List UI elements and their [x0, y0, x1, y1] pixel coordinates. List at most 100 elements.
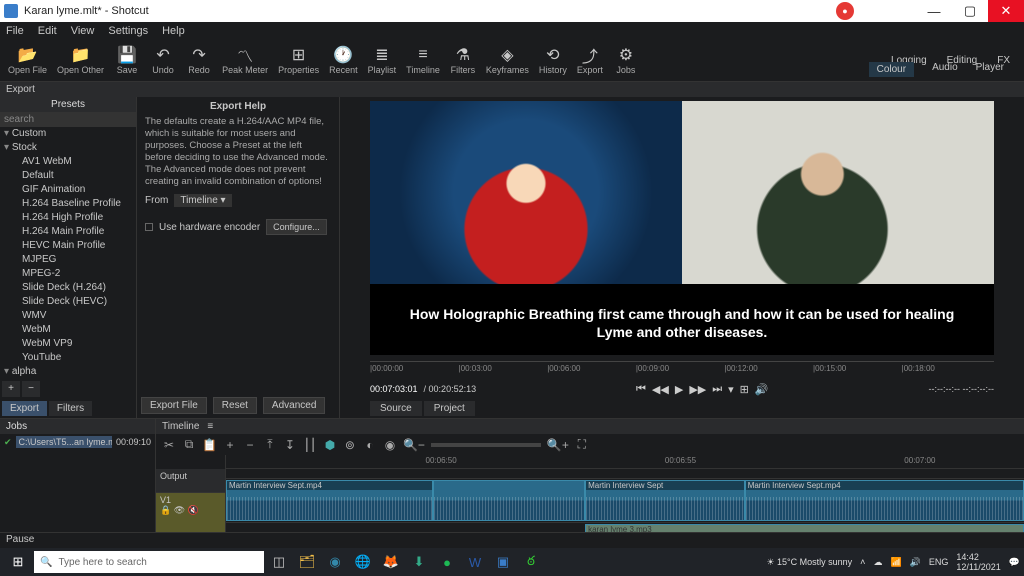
weather-widget[interactable]: ☀ 15°C Mostly sunny	[766, 557, 852, 568]
preset-item[interactable]: MPEG-2	[4, 267, 136, 281]
video-clip[interactable]	[433, 480, 585, 521]
tool-filters[interactable]: ⚗Filters	[446, 44, 480, 77]
tl-remove-icon[interactable]: −	[243, 438, 257, 452]
tl-copy-icon[interactable]: ⧉	[182, 437, 196, 452]
from-select[interactable]: Timeline ▾	[174, 194, 231, 207]
tl-split-icon[interactable]: ⎮⎮	[303, 438, 317, 452]
track-v1[interactable]: V1🔒 👁 🔇	[156, 493, 225, 537]
preset-item[interactable]: HEVC Main Profile	[4, 239, 136, 253]
tray-lang[interactable]: ENG	[929, 557, 949, 567]
tl-zoom-out-icon[interactable]: 🔍−	[403, 438, 425, 452]
track-output[interactable]: Output	[156, 469, 225, 493]
mic-recording-icon[interactable]: ●	[836, 2, 854, 20]
video-clip[interactable]: Martin Interview Sept	[585, 480, 745, 521]
tab-audio[interactable]: Audio	[932, 62, 958, 77]
tl-zoom-in-icon[interactable]: 🔍+	[547, 438, 569, 452]
tool-jobs[interactable]: ⚙Jobs	[609, 44, 643, 77]
word-icon[interactable]: W	[462, 550, 488, 574]
store-icon[interactable]: ⬇	[406, 550, 432, 574]
preset-item[interactable]: YouTube	[4, 351, 136, 365]
tab-player[interactable]: Player	[976, 62, 1004, 77]
preset-item[interactable]: H.264 Main Profile	[4, 225, 136, 239]
tool-redo[interactable]: ↷Redo	[182, 44, 216, 77]
preset-group[interactable]: Stock	[4, 141, 136, 155]
tl-cut-icon[interactable]: ✂	[162, 438, 176, 452]
preset-item[interactable]: MJPEG	[4, 253, 136, 267]
preset-group[interactable]: Custom	[4, 127, 136, 141]
skip-end-icon[interactable]: ⏭	[712, 383, 722, 396]
tl-lift-icon[interactable]: ⤒	[263, 437, 277, 452]
preset-item[interactable]: H.264 Baseline Profile	[4, 197, 136, 211]
tl-ripple-icon[interactable]: ◐	[363, 438, 377, 452]
tool-open-other[interactable]: 📁Open Other	[53, 44, 108, 77]
preset-item[interactable]: WebM	[4, 323, 136, 337]
tl-ripple-all-icon[interactable]: ◉	[383, 438, 397, 452]
play-icon[interactable]: ▶	[675, 383, 683, 396]
presets-search[interactable]: search	[0, 112, 136, 127]
tool-undo[interactable]: ↶Undo	[146, 44, 180, 77]
tool-save[interactable]: 💾Save	[110, 44, 144, 77]
timeline-ruler[interactable]: 00:06:5000:06:5500:07:00	[226, 455, 1024, 469]
tab-source[interactable]: Source	[370, 401, 422, 416]
menu-file[interactable]: File	[6, 25, 24, 37]
tool-open-file[interactable]: 📂Open File	[4, 44, 51, 77]
taskbar-search[interactable]: 🔍 Type here to search	[34, 551, 264, 573]
preset-remove-button[interactable]: −	[22, 381, 40, 397]
tab-project[interactable]: Project	[424, 401, 475, 416]
task-view-icon[interactable]: ◫	[266, 550, 292, 574]
minimize-button[interactable]: —	[916, 0, 952, 22]
zoom-select[interactable]: ▾	[728, 383, 734, 396]
tool-playlist[interactable]: ≣Playlist	[364, 44, 401, 77]
tray-wifi-icon[interactable]: 📶	[890, 557, 901, 568]
export-file-button[interactable]: Export File	[141, 397, 207, 414]
tl-scrub-icon[interactable]: ⊚	[343, 438, 357, 452]
tl-overwrite-icon[interactable]: ↧	[283, 438, 297, 452]
tl-zoom-slider[interactable]	[431, 443, 541, 447]
preset-item[interactable]: WMV	[4, 309, 136, 323]
job-row[interactable]: ✔ C:\Users\T5...an lyme.mp4 00:09:10	[0, 434, 155, 450]
tool-timeline[interactable]: ≡Timeline	[402, 44, 444, 77]
maximize-button[interactable]: ▢	[952, 0, 988, 22]
start-button[interactable]: ⊞	[4, 550, 32, 574]
advanced-button[interactable]: Advanced	[263, 397, 325, 414]
preset-item[interactable]: Default	[4, 169, 136, 183]
preset-item[interactable]: Slide Deck (HEVC)	[4, 295, 136, 309]
tool-export[interactable]: ⤴Export	[573, 44, 607, 77]
tray-chevron-icon[interactable]: ˄	[860, 557, 865, 567]
close-button[interactable]: ✕	[988, 0, 1024, 22]
reset-button[interactable]: Reset	[213, 397, 257, 414]
preset-item[interactable]: Slide Deck (H.264)	[4, 281, 136, 295]
tl-add-icon[interactable]: +	[223, 438, 237, 452]
firefox-icon[interactable]: 🦊	[378, 550, 404, 574]
tray-onedrive-icon[interactable]: ☁	[873, 557, 882, 568]
timeline-menu-icon[interactable]: ≡	[207, 421, 213, 432]
shotcut-task-icon[interactable]: ▣	[490, 550, 516, 574]
tool-properties[interactable]: ⊞Properties	[274, 44, 323, 77]
tray-clock[interactable]: 14:4212/11/2021	[956, 552, 1000, 572]
tray-volume-icon[interactable]: 🔊	[910, 557, 921, 568]
next-frame-icon[interactable]: ▶▶	[689, 383, 706, 396]
preset-item[interactable]: AV1 WebM	[4, 155, 136, 169]
dragon-icon[interactable]: ఠ	[518, 550, 544, 574]
hw-encoder-checkbox[interactable]	[145, 223, 153, 231]
spotify-icon[interactable]: ●	[434, 550, 460, 574]
tool-recent[interactable]: 🕐Recent	[325, 44, 362, 77]
preview-ruler[interactable]: |00:00:00|00:03:00|00:06:00|00:09:00|00:…	[370, 361, 994, 379]
preset-item[interactable]: GIF Animation	[4, 183, 136, 197]
left-tab-filters[interactable]: Filters	[49, 401, 92, 416]
tl-paste-icon[interactable]: 📋	[202, 438, 217, 452]
preset-item[interactable]: H.264 High Profile	[4, 211, 136, 225]
menu-settings[interactable]: Settings	[108, 25, 148, 37]
preset-group[interactable]: alpha	[4, 365, 136, 379]
preset-add-button[interactable]: +	[2, 381, 20, 397]
tab-colour[interactable]: Colour	[869, 62, 914, 77]
edge-icon[interactable]: ◉	[322, 550, 348, 574]
preset-item[interactable]: WebM VP9	[4, 337, 136, 351]
tl-zoom-fit-icon[interactable]: ⛶	[575, 437, 589, 452]
tl-snap-icon[interactable]: ⬢	[323, 438, 337, 452]
grid-icon[interactable]: ⊞	[740, 383, 749, 396]
menu-view[interactable]: View	[71, 25, 95, 37]
configure-button[interactable]: Configure...	[266, 219, 327, 235]
explorer-icon[interactable]: 🗂	[294, 550, 320, 574]
video-track-row[interactable]: Martin Interview Sept.mp4Martin Intervie…	[226, 479, 1024, 523]
